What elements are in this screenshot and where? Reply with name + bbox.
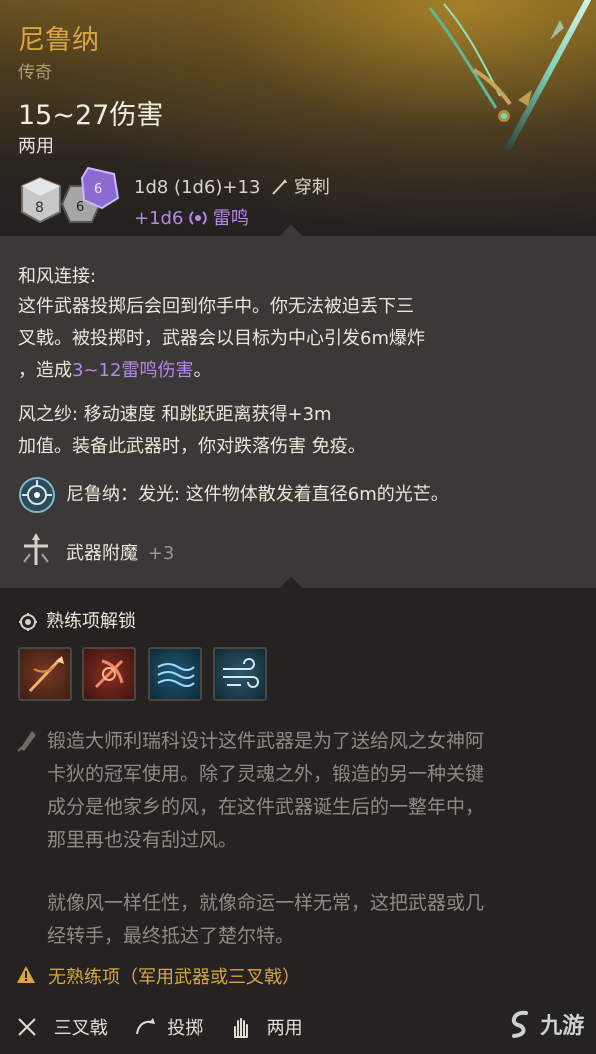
weapon-type: 三叉戟	[53, 1018, 108, 1039]
thrown-property: 投掷	[167, 1018, 204, 1039]
svg-text:6: 6	[76, 200, 84, 215]
enchantment-icon	[23, 533, 49, 565]
cleave-skill[interactable]	[82, 647, 136, 701]
item-rarity: 传奇	[18, 63, 52, 83]
spear-thrust-skill[interactable]	[18, 647, 72, 701]
lore-p2-line-1: 就像风一样任性，就像命运一样无常，这把武器或几	[47, 892, 485, 914]
footer-properties: 三叉戟 投掷 两用	[16, 1014, 303, 1040]
gust-skill[interactable]	[213, 647, 267, 701]
cleave-icon	[94, 659, 124, 689]
thunder-icon	[189, 211, 207, 225]
thrown-icon	[136, 1018, 156, 1035]
wind-wave-icon	[157, 663, 195, 687]
enchant-label: 武器附魔	[66, 543, 138, 564]
light-text: 尼鲁纳：发光: 这件物体散发着直径6m的光芒。	[66, 484, 449, 505]
item-damage: 15~27伤害	[18, 100, 164, 131]
abilities-panel: 和风连接: 这件武器投掷后会回到你手中。你无法被迫丢下三 叉戟。被投掷时，武器会…	[0, 224, 596, 588]
recall-line-2: 叉戟。被投掷时，武器会以目标为中心引发6m爆炸	[18, 328, 425, 349]
trident-image	[428, 0, 592, 151]
proficiency-title: 熟练项解锁	[46, 611, 136, 632]
lore-p2-line-2: 经转手，最终抵达了楚尔特。	[47, 925, 295, 947]
item-name: 尼鲁纳	[18, 25, 99, 56]
trident-type-icon	[18, 1018, 36, 1036]
svg-text:8: 8	[35, 200, 44, 216]
recall-title: 和风连接:	[18, 266, 97, 287]
item-header: 尼鲁纳 传奇 15~27伤害 两用 8 6 6 1d8 (1d6)+13 穿刺 …	[0, 0, 596, 236]
bonus-dice: +1d6	[134, 208, 184, 229]
bonus-damage: +1d6 雷鸣	[134, 204, 249, 230]
unlock-icon	[19, 613, 37, 631]
light-aura-icon	[19, 477, 55, 513]
enchant-row: 武器附魔 +3	[66, 539, 174, 565]
watermark: 九游	[506, 1008, 584, 1040]
bonus-type: 雷鸣	[212, 208, 249, 229]
wind-wave-skill[interactable]	[148, 647, 202, 701]
thunder-damage-link[interactable]: 3~12雷鸣伤害	[72, 360, 193, 381]
dice-formula: 1d8 (1d6)+13	[134, 177, 261, 198]
piercing-icon	[272, 179, 288, 195]
no-proficiency-warning: 无熟练项（军用武器或三叉戟）	[48, 967, 300, 988]
dice-icon: 8 6 6	[21, 166, 120, 224]
item-handedness: 两用	[18, 136, 54, 157]
recall-line-1: 这件武器投掷后会回到你手中。你无法被迫丢下三	[18, 296, 414, 317]
watermark-text: 九游	[540, 1014, 585, 1039]
warning-icon	[17, 966, 35, 983]
recall-line-3-prefix: ，造成	[18, 360, 72, 381]
svg-text:6: 6	[94, 182, 102, 197]
lore-p1-line-4: 那里再也没有刮过风。	[47, 829, 238, 851]
gust-icon	[223, 658, 259, 688]
recall-line-3: ，造成3~12雷鸣伤害。	[18, 356, 211, 386]
lore-p1-line-3: 成分是他家乡的风，在这件武器诞生后的一整年中，	[47, 796, 485, 818]
lore-quill-icon	[17, 731, 36, 752]
lore-p1-line-2: 卡狄的冠军使用。除了灵魂之外，锻造的另一种关键	[47, 763, 485, 785]
versatile-property: 两用	[266, 1018, 303, 1039]
damage-dice: 1d8 (1d6)+13 穿刺	[134, 173, 330, 199]
lore-p1-line-1: 锻造大师利瑞科设计这件武器是为了送给风之女神阿	[47, 730, 485, 752]
wind-line-2: 加值。装备此武器时，你对跌落伤害 免疫。	[18, 436, 366, 457]
spear-thrust-icon	[28, 656, 64, 693]
recall-line-3-suffix: 。	[193, 360, 212, 381]
damage-type: 穿刺	[293, 177, 330, 198]
versatile-hand-icon	[233, 1018, 248, 1038]
wind-line-1: 风之纱: 移动速度 和跳跃距离获得+3m	[18, 404, 332, 425]
enchant-value: +3	[147, 543, 175, 564]
watermark-logo-icon	[511, 1010, 528, 1038]
